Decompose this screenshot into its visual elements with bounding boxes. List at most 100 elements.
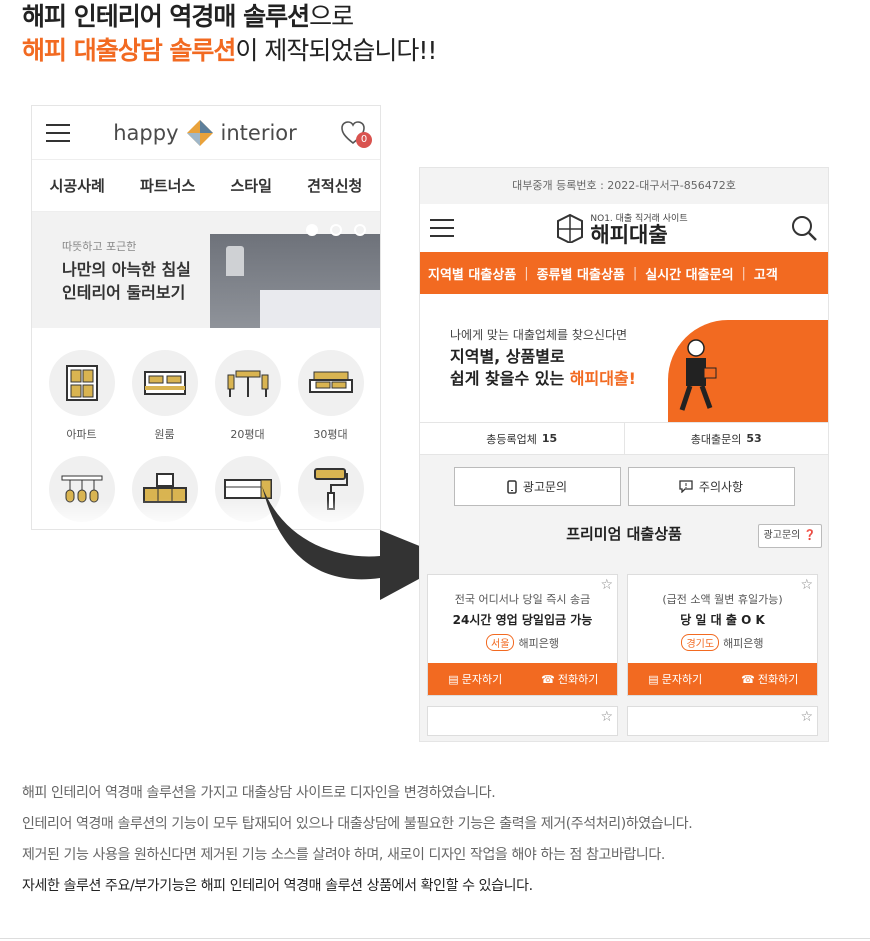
card-subtitle: 전국 어디서나 당일 즉시 송금 <box>454 593 591 606</box>
banner-title-line: 인테리어 둘러보기 <box>62 283 186 302</box>
region-tag: 경기도 <box>681 634 720 651</box>
star-icon[interactable]: ☆ <box>600 577 613 593</box>
search-icon[interactable] <box>790 214 818 242</box>
sms-label: 문자하기 <box>461 673 503 686</box>
sms-icon: ▤ <box>648 672 659 686</box>
stat-value: 15 <box>541 432 558 445</box>
hero-title: 지역별, 상품별로 쉽게 찾을수 있는 해피대출! <box>450 346 636 390</box>
category-item[interactable]: 20평대 <box>206 350 289 442</box>
product-cards: ☆ 전국 어디서나 당일 즉시 송금 24시간 영업 당일입금 가능 서울 해피은… <box>420 574 828 736</box>
menu-item[interactable]: 실시간 대출문의 <box>645 264 733 283</box>
category-label: 30평대 <box>313 428 348 441</box>
sms-button[interactable]: ▤ 문자하기 <box>428 663 523 695</box>
category-label: 아파트 <box>66 428 97 441</box>
company-name: 해피은행 <box>723 636 764 650</box>
description-line: 해피 인테리어 역경매 솔루션을 가지고 대출상담 사이트로 디자인을 변경하였… <box>22 785 496 801</box>
nav-item[interactable]: 시공사례 <box>50 175 105 196</box>
call-label: 전화하기 <box>557 673 599 686</box>
ad-inquiry-button[interactable]: 광고문의 <box>453 467 621 506</box>
button-label: 광고문의 <box>522 480 568 494</box>
nav-item[interactable]: 스타일 <box>230 175 271 196</box>
wishlist-badge: 0 <box>356 131 372 148</box>
wishlist-heart-icon[interactable]: 0 <box>340 120 372 148</box>
headline-suffix-2: 이 제작되었습니다!! <box>235 36 437 65</box>
menu-icon[interactable] <box>430 219 454 237</box>
hero-title-line: 지역별, 상품별로 <box>450 347 565 366</box>
headline: 해피 인테리어 역경매 솔루션 으로 해피 대출상담 솔루션 이 제작되었습니다… <box>22 0 437 68</box>
product-card[interactable]: ☆ (급전 소액 월변 휴일가능) 당 일 대 출 O K 경기도 해피은행 ▤ 문… <box>627 574 818 696</box>
category-label: 원룸 <box>154 428 175 441</box>
description: 해피 인테리어 역경매 솔루션을 가지고 대출상담 사이트로 디자인을 변경하였… <box>22 778 693 902</box>
menu-item[interactable]: 지역별 대출상품 <box>428 264 516 283</box>
menu-icon[interactable] <box>46 123 70 142</box>
card-meta: 서울 해피은행 <box>428 634 617 651</box>
section-ad-button[interactable]: 광고문의 ❓ <box>757 524 822 548</box>
stat-label: 총등록업체 <box>486 432 537 446</box>
stat-inquiries: 총대출문의 53 <box>623 423 829 454</box>
menu-item[interactable]: 고객 <box>754 264 778 283</box>
stats-bar: 총등록업체 15 총대출문의 53 <box>420 422 828 455</box>
logo-happy-text: happy <box>113 120 179 145</box>
divider <box>0 938 870 939</box>
category-item[interactable]: 30평대 <box>289 350 372 442</box>
product-card[interactable]: ☆ 전국 어디서나 당일 즉시 송금 24시간 영업 당일입금 가능 서울 해피은… <box>427 574 618 696</box>
slider-dots[interactable] <box>306 224 366 236</box>
bed-shape <box>260 290 380 328</box>
star-icon[interactable]: ☆ <box>800 709 813 725</box>
phone-icon: ☎ <box>741 672 755 686</box>
loan-menu-bar: 지역별 대출상품 | 종류별 대출상품 | 실시간 대출문의 | 고객 <box>420 252 828 294</box>
table-chairs-icon <box>214 350 281 416</box>
cube-logo-icon <box>186 119 213 146</box>
button-label: 주의사항 <box>698 480 744 494</box>
card-meta: 경기도 해피은행 <box>628 634 817 651</box>
happy-interior-logo[interactable]: happy interior <box>113 118 297 148</box>
loan-header: NO1. 대출 직거래 사이트 해피대출 <box>420 204 828 252</box>
star-icon[interactable]: ☆ <box>800 577 813 593</box>
section-ad-label: 광고문의 <box>763 530 801 541</box>
sofa-icon <box>297 350 364 416</box>
hero-banner[interactable]: 나에게 맞는 대출업체를 찾으신다면 지역별, 상품별로 쉽게 찾을수 있는 해… <box>420 294 828 422</box>
hero-subtitle: 나에게 맞는 대출업체를 찾으신다면 <box>450 328 628 342</box>
apartment-icon <box>48 350 115 416</box>
hero-title-text: 쉽게 찾을수 있는 <box>450 369 570 388</box>
logo-tagline: NO1. 대출 직거래 사이트 <box>590 213 688 224</box>
businessman-illustration-icon <box>679 339 717 411</box>
interior-site-preview: happy interior 0 시공사례 파트너스 스타일 견적신청 따뜻하고… <box>31 105 381 530</box>
star-icon[interactable]: ☆ <box>600 709 613 725</box>
alert-chat-icon <box>679 480 693 493</box>
bedroom-banner[interactable]: 따뜻하고 포근한 나만의 아늑한 침실 인테리어 둘러보기 <box>32 212 380 328</box>
phone-icon: ☎ <box>541 672 555 686</box>
hero-brand: 해피대출! <box>569 369 636 388</box>
category-label: 20평대 <box>230 428 265 441</box>
category-item[interactable]: 원룸 <box>123 350 206 442</box>
nav-item[interactable]: 파트너스 <box>140 175 195 196</box>
card-actions: ▤ 문자하기 ☎ 전화하기 <box>428 663 617 695</box>
product-card-partial[interactable]: ☆ <box>427 706 618 736</box>
banner-title: 나만의 아늑한 침실 인테리어 둘러보기 <box>62 258 191 304</box>
bed-icon <box>131 350 198 416</box>
sms-button[interactable]: ▤ 문자하기 <box>628 663 723 695</box>
call-button[interactable]: ☎ 전화하기 <box>723 663 818 695</box>
happy-loan-logo[interactable]: NO1. 대출 직거래 사이트 해피대출 <box>556 211 688 246</box>
headline-suffix: 으로 <box>309 2 354 31</box>
notice-button[interactable]: 주의사항 <box>627 467 795 506</box>
logo-interior-text: interior <box>220 120 297 145</box>
stat-registered: 총등록업체 15 <box>420 423 624 454</box>
product-card-partial[interactable]: ☆ <box>627 706 818 736</box>
category-item[interactable]: 아파트 <box>40 350 123 442</box>
headline-highlight: 해피 대출상담 솔루션 <box>22 36 236 65</box>
nav-item[interactable]: 견적신청 <box>307 175 362 196</box>
region-tag: 서울 <box>486 634 515 651</box>
banner-title-line: 나만의 아늑한 침실 <box>62 260 191 279</box>
description-line: 제거된 기능 사용을 원하신다면 제거된 기능 소스를 살려야 하며, 새로이 … <box>22 847 665 863</box>
stat-value: 53 <box>746 432 762 445</box>
call-label: 전화하기 <box>757 673 799 686</box>
company-name: 해피은행 <box>518 636 559 650</box>
menu-item[interactable]: 종류별 대출상품 <box>537 264 625 283</box>
section-title: 프리미엄 대출상품 광고문의 ❓ <box>420 524 828 574</box>
card-title: 당 일 대 출 O K <box>680 613 765 627</box>
loan-site-preview: 대부중개 등록번호 : 2022-대구서구-856472호 NO1. 대출 직거… <box>419 167 829 742</box>
section-title-text: 프리미엄 대출상품 <box>566 525 682 543</box>
action-buttons: 광고문의 주의사항 <box>420 467 828 506</box>
call-button[interactable]: ☎ 전화하기 <box>523 663 618 695</box>
